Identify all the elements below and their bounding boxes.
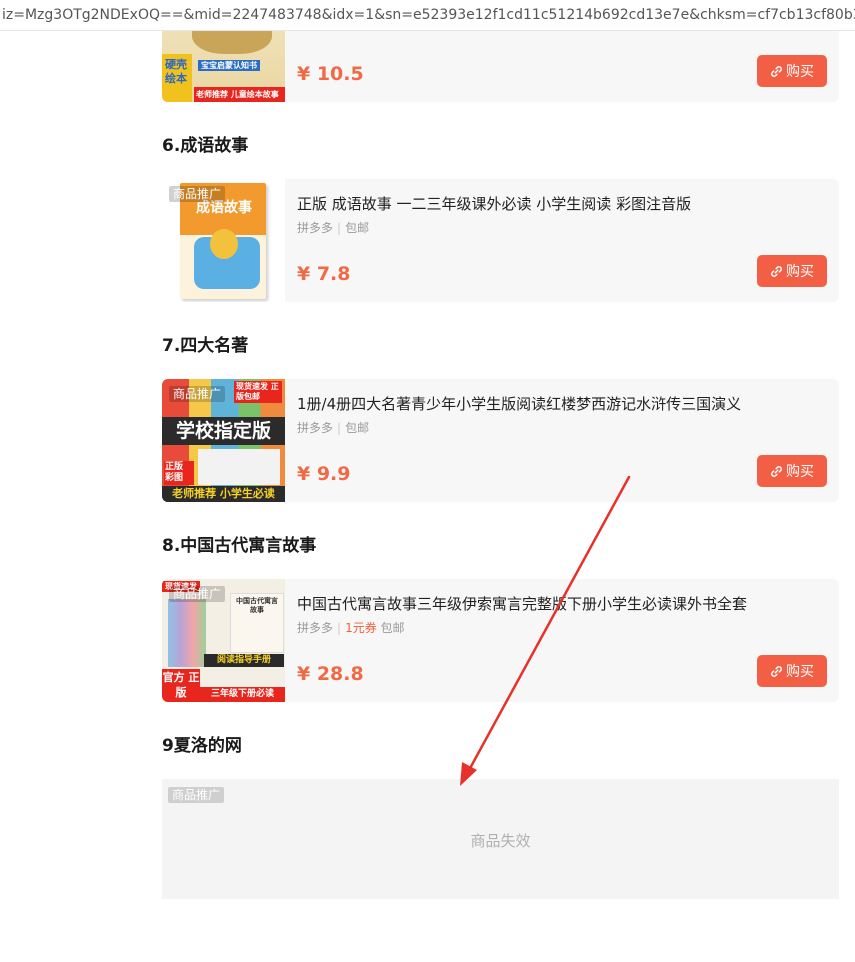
product-card[interactable]: 成语故事 商品推广 正版 成语故事 一二三年级课外必读 小学生阅读 彩图注音版 …	[162, 179, 839, 302]
cover-character	[210, 229, 238, 259]
product-title[interactable]: 正版 成语故事 一二三年级课外必读 小学生阅读 彩图注音版	[297, 193, 829, 214]
ad-tag: 商品推广	[168, 787, 225, 803]
link-icon	[771, 65, 782, 77]
link-icon	[771, 665, 782, 677]
cover-book-stack	[168, 599, 206, 667]
shipping-label: 包邮	[380, 621, 405, 635]
product-title[interactable]: 1册/4册四大名著青少年小学生版阅读红楼梦西游记水浒传三国演义	[297, 393, 829, 414]
link-icon	[771, 265, 782, 277]
platform-label: 拼多多	[297, 621, 334, 635]
cover-badge-line2: 绘本	[165, 72, 187, 85]
product-price: ¥ 28.8	[297, 663, 364, 685]
cover-left-tag: 正版 彩图	[164, 461, 194, 485]
buy-button[interactable]: 购买	[757, 455, 827, 487]
product-card[interactable]: 现货速发 中国古代寓言故事 阅读指导手册 官方 正版 三年级下册必读 商品推广 …	[162, 579, 839, 702]
cover-stamp: 官方 正版	[162, 669, 200, 702]
platform-label: 拼多多	[297, 421, 334, 435]
buy-button[interactable]: 购买	[757, 655, 827, 687]
platform-label: 拼多多	[297, 221, 334, 235]
cover-tag: 宝宝启蒙认知书	[198, 60, 260, 71]
section-heading: 9夏洛的网	[162, 736, 242, 756]
buy-button[interactable]: 购买	[757, 55, 827, 87]
cover-guide-tag: 阅读指导手册	[204, 654, 284, 667]
section-heading: 8.中国古代寓言故事	[162, 536, 317, 556]
product-meta: 拼多多 | 包邮	[297, 221, 370, 235]
shipping-label: 包邮	[345, 221, 370, 235]
invalid-product-message: 商品失效	[470, 832, 531, 850]
cover-big-title: 学校指定版	[162, 417, 285, 445]
buy-button-label: 购买	[786, 464, 814, 480]
ad-tag: 商品推广	[169, 586, 226, 602]
shipping-label: 包邮	[345, 421, 370, 435]
product-meta: 拼多多 | 1元券 包邮	[297, 621, 405, 635]
ad-tag: 商品推广	[169, 186, 226, 202]
buy-button-label: 购买	[786, 664, 814, 680]
cover-banner: 老师推荐 儿童绘本故事	[194, 87, 285, 102]
url-bar[interactable]: iz=Mzg3OTg2NDExOQ==&mid=2247483748&idx=1…	[0, 0, 855, 31]
coupon-label: 1元券	[345, 621, 377, 635]
cover-book-title: 中国古代寓言故事	[236, 597, 278, 614]
buy-button-label: 购买	[786, 64, 814, 80]
product-card[interactable]: 现货速发 正版包邮 学校指定版 正版 彩图 老师推荐 小学生必读 商品推广 1册…	[162, 379, 839, 502]
product-price: ¥ 9.9	[297, 463, 351, 485]
ad-tag: 商品推广	[169, 386, 226, 402]
section-heading: 6.成语故事	[162, 136, 249, 156]
section-heading: 7.四大名著	[162, 336, 249, 356]
product-price: ¥ 7.8	[297, 263, 351, 285]
invalid-product-card: 商品推广 商品失效	[162, 779, 839, 899]
cover-books-row	[198, 449, 280, 485]
cover-corner-tag: 现货速发 正版包邮	[234, 381, 282, 403]
buy-button[interactable]: 购买	[757, 255, 827, 287]
product-meta: 拼多多 | 包邮	[297, 421, 370, 435]
product-title[interactable]: 中国古代寓言故事三年级伊索寓言完整版下册小学生必读课外书全套	[297, 593, 829, 614]
link-icon	[771, 465, 782, 477]
cover-bottom-banner: 三年级下册必读	[200, 687, 285, 702]
cover-bottom-banner: 老师推荐 小学生必读	[162, 486, 285, 502]
product-price: ¥ 10.5	[297, 63, 364, 85]
buy-button-label: 购买	[786, 264, 814, 280]
